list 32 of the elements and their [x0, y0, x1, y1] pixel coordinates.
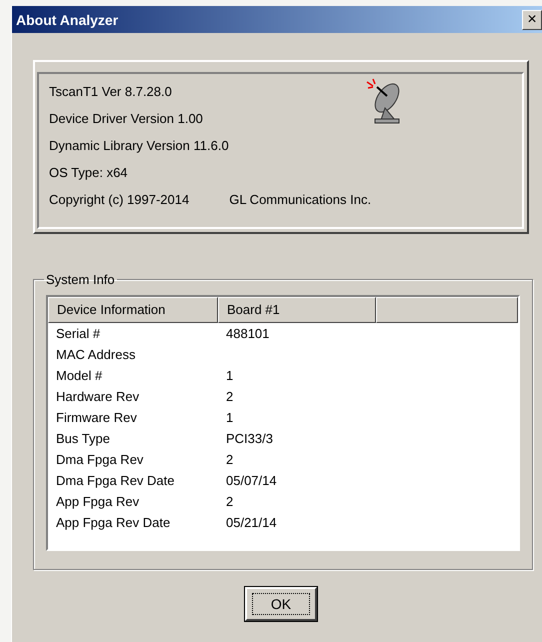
- table-cell-text: 1: [225, 410, 234, 425]
- column-header[interactable]: Board #1: [218, 297, 376, 323]
- info-line: Dynamic Library Version 11.6.0: [49, 137, 229, 155]
- info-line: Device Driver Version 1.00: [49, 110, 203, 128]
- table-cell-text: 1: [225, 368, 234, 383]
- copyright-text: Copyright (c) 1997-2014: [49, 191, 190, 209]
- table-cell-text: App Fpga Rev Date: [55, 515, 172, 530]
- table-cell-text: App Fpga Rev: [55, 494, 140, 509]
- table-cell-text: Model #: [55, 368, 104, 383]
- table-cell-text: 05/21/14: [225, 515, 278, 530]
- table-cell-text: 2: [225, 452, 234, 467]
- close-button[interactable]: ×: [522, 10, 542, 30]
- table-cell-text: Serial #: [55, 326, 102, 341]
- company-name: GL Communications Inc.: [229, 191, 372, 209]
- column-header[interactable]: Device Information: [48, 297, 218, 323]
- table-cell-text: Firmware Rev: [55, 410, 138, 425]
- table-cell-text: 2: [225, 494, 234, 509]
- column-header[interactable]: [376, 297, 518, 323]
- info-line: TscanT1 Ver 8.7.28.0: [49, 83, 172, 101]
- table-cell-text: 2: [225, 389, 234, 404]
- table-cell-text: 05/07/14: [225, 473, 278, 488]
- table-cell-text: Hardware Rev: [55, 389, 140, 404]
- ok-button[interactable]: OK: [245, 587, 317, 621]
- table-cell-text: Bus Type: [55, 431, 111, 446]
- info-line: OS Type: x64: [49, 164, 128, 182]
- window-title: About Analyzer: [16, 12, 118, 28]
- table-cell-text: 488101: [225, 326, 270, 341]
- table-cell-text: Dma Fpga Rev: [55, 452, 144, 467]
- table-cell-text: Dma Fpga Rev Date: [55, 473, 176, 488]
- table-cell-text: MAC Address: [55, 347, 136, 362]
- table-cell-text: PCI33/3: [225, 431, 274, 446]
- group-label: System Info: [45, 272, 116, 287]
